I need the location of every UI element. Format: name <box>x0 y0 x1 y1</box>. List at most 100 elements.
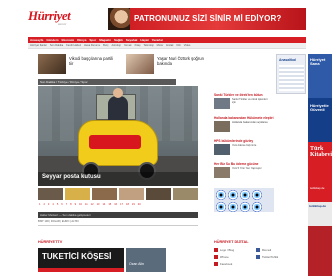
related-thumb[interactable] <box>146 188 171 200</box>
nav-item[interactable]: Yazarlar <box>152 38 164 42</box>
teaser-text: Vikodi başçılarına partili tiir <box>69 56 114 66</box>
pager-number[interactable]: 1 <box>38 203 41 206</box>
pager-number[interactable]: 18 <box>125 203 130 206</box>
teaser-2[interactable]: Yaşar Nuri Öztürk şoğrun bakında <box>126 54 208 74</box>
mid-story[interactable]: Hollanda bakanından açıklama <box>214 121 272 132</box>
digital-link[interactable]: iPhone <box>214 255 229 259</box>
tv-video-thumb[interactable]: TUKETİCİ KÖŞESİ <box>38 248 124 272</box>
main-story-image[interactable]: Seyyar posta kutusu <box>38 86 198 186</box>
mid-headline[interactable]: HPS bükümlerinde gözley <box>214 139 274 143</box>
pager-number[interactable]: 13 <box>96 203 101 206</box>
mid-story-thumb <box>214 167 230 178</box>
hurriyet-tv-title[interactable]: HÜRRİYETTV <box>38 240 62 244</box>
story-pager: 1 2 3 4 5 6 7 8 9 10 11 12 13 14 15 16 1… <box>38 202 198 207</box>
pager-number[interactable]: 15 <box>107 203 112 206</box>
pager-number[interactable]: 9 <box>74 203 77 206</box>
pager-number[interactable]: 19 <box>131 203 136 206</box>
digital-link[interactable]: Logo / Blog <box>214 248 234 252</box>
tv-video-title: Ozan Alin <box>129 262 144 266</box>
nav-item[interactable]: Magazin <box>99 38 111 42</box>
side-ad-4[interactable]: turkkitap.de <box>308 202 332 226</box>
pager-number[interactable]: 6 <box>60 203 63 206</box>
nav-item[interactable]: Dünya <box>77 38 86 42</box>
pager-number[interactable]: 5 <box>56 203 59 206</box>
nav-item[interactable]: Gündem <box>46 38 58 42</box>
nav-item[interactable]: Sağlık <box>114 38 123 42</box>
news-ticker[interactable]: Haber Merkezi — Son dakika gelişmeleri <box>38 212 198 218</box>
mid-story-text: Sanki Türkler ve ötrek işlemleri için <box>232 98 268 104</box>
pager-number[interactable]: 11 <box>84 203 89 206</box>
tv-video-title: TUKETİCİ KÖŞESİ <box>42 252 112 261</box>
nav-item[interactable]: Anasayfa <box>30 38 43 42</box>
mid-story[interactable]: Yeni 5 Yılın Yen Yapmıştır <box>214 167 272 178</box>
subnav-item[interactable]: Dizi <box>176 44 180 47</box>
related-thumb[interactable] <box>38 188 63 200</box>
mid-story-thumb <box>214 144 230 155</box>
facebook-icon <box>214 262 218 266</box>
mid-headline[interactable]: Her Biz Su Bu ödeme gücüne <box>214 162 274 166</box>
nav-item[interactable]: Seyahat <box>126 38 138 42</box>
pager-number[interactable]: 3 <box>47 203 50 206</box>
digital-link[interactable]: Twitter/Tehlik <box>256 255 278 259</box>
mid-story-text: Yeni ödeme biçimi ile <box>232 144 257 147</box>
subnav-item[interactable]: Hürriyet Ilanlar <box>30 44 47 47</box>
tv-video-thumb-2[interactable]: Ozan Alin <box>126 248 166 272</box>
subnav-item[interactable]: Son Dakika <box>50 44 63 47</box>
teaser-1[interactable]: Vikodi başçılarına partili tiir <box>38 54 118 74</box>
subnav-item[interactable]: Hava Durumu <box>84 44 100 47</box>
pager-number[interactable]: 4 <box>51 203 54 206</box>
pager-number[interactable]: 7 <box>65 203 68 206</box>
turk-kitabevi-ad[interactable]: Türk Kitabevi turkkitap.de <box>308 142 332 202</box>
nav-item[interactable]: Hayat <box>140 38 148 42</box>
pager-number[interactable]: 10 <box>78 203 83 206</box>
pager-number[interactable]: 2 <box>42 203 45 206</box>
rss-icon <box>256 248 260 252</box>
pager-number[interactable]: 8 <box>69 203 72 206</box>
subnav-item[interactable]: Motor <box>157 44 164 47</box>
teaser-text: Yaşar Nuri Öztürk şoğrun bakında <box>157 56 204 66</box>
pager-number[interactable]: 14 <box>101 203 106 206</box>
side-ad-1[interactable]: Hürriyet Sana <box>308 54 332 98</box>
mid-story-thumb <box>214 121 230 132</box>
top-banner-ad[interactable]: PATRONUNUZ SİZİ SİNİR Mİ EDİYOR? <box>108 8 306 30</box>
mid-story[interactable]: Sanki Türkler ve ötrek işlemleri için <box>214 98 272 109</box>
subnav-item[interactable]: Yemek <box>124 44 132 47</box>
hurriyet-digital-title[interactable]: HÜRRİYET DİJİTAL <box>214 240 249 244</box>
related-thumb[interactable] <box>92 188 117 200</box>
side-box[interactable]: Anasaltkal <box>276 54 306 94</box>
subnav-item[interactable]: Video <box>184 44 191 47</box>
subnav-item[interactable]: Kendi Haberi <box>66 44 81 47</box>
pager-number[interactable]: 17 <box>119 203 124 206</box>
nav-item[interactable]: Ekonomi <box>62 38 75 42</box>
subnav-item[interactable]: Emlak <box>166 44 173 47</box>
pager-number[interactable]: 16 <box>113 203 118 206</box>
pager-number[interactable]: 12 <box>90 203 95 206</box>
digital-link[interactable]: Rss.teli <box>256 248 271 252</box>
evil-eye-icon <box>252 190 262 200</box>
subnav-item[interactable]: Teknoloji <box>144 44 154 47</box>
side-ad-text: Hürriyet Sana <box>310 57 326 66</box>
mid-headline[interactable]: Sanki Türkler ve ötrek'ten bütun <box>214 93 274 97</box>
mid-story-text: Yeni 5 Yılın Yen Yapmıştır <box>232 167 262 170</box>
subnav-item[interactable]: Astroloji <box>112 44 121 47</box>
nav-item[interactable]: Spor <box>89 38 96 42</box>
side-ad-2[interactable]: Hürriyetle Güvenli <box>308 98 332 142</box>
related-thumb[interactable] <box>119 188 144 200</box>
evil-eye-gallery[interactable] <box>214 188 274 212</box>
market-quotes[interactable]: BIST 100 | DOLAR | EURO | ALTIN <box>38 220 198 226</box>
hurriyet-logo[interactable]: Hürriyet com.tr <box>28 8 76 26</box>
evil-eye-icon <box>216 202 226 212</box>
subnav-item[interactable]: Burç <box>103 44 108 47</box>
digital-link[interactable]: Facebook <box>214 262 232 266</box>
evil-eye-icon <box>240 190 250 200</box>
related-thumb[interactable] <box>65 188 90 200</box>
pager-number[interactable]: 20 <box>137 203 142 206</box>
subnav-item[interactable]: Kitap <box>135 44 141 47</box>
related-thumb[interactable] <box>173 188 198 200</box>
side-ad-text: turkkitap.de <box>309 204 327 208</box>
mid-story[interactable]: Yeni ödeme biçimi ile <box>214 144 272 155</box>
side-ad-5[interactable] <box>308 226 332 276</box>
mid-headline[interactable]: Hollanda bakanından Hükümete eleştiri <box>214 116 274 120</box>
tv-stripe <box>38 268 124 272</box>
digital-link-label: Rss.teli <box>262 248 272 252</box>
